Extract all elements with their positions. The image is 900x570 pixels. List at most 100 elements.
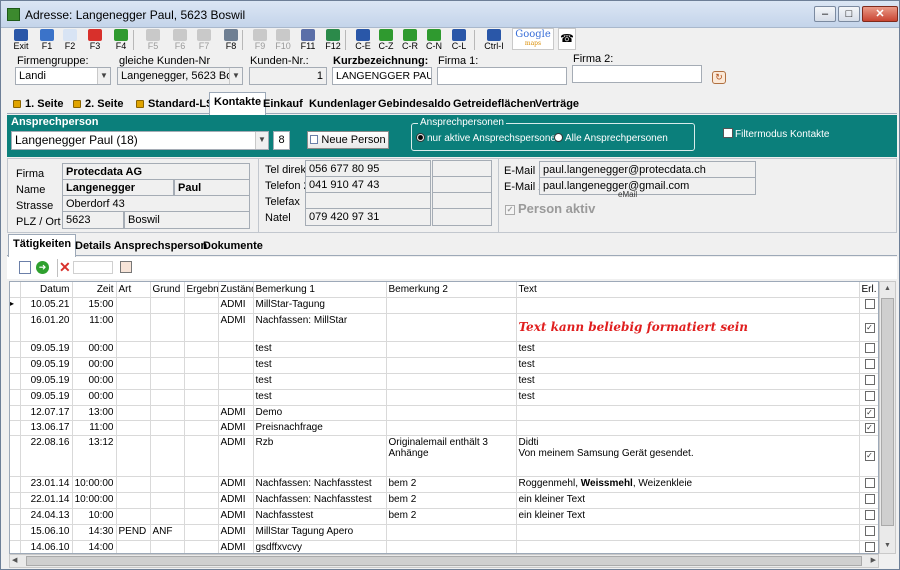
column-header[interactable]: Grund: [150, 282, 185, 298]
scroll-left-icon[interactable]: ◀: [12, 556, 17, 564]
title-bar[interactable]: Adresse: Langenegger Paul, 5623 Boswil –…: [1, 1, 899, 28]
column-header[interactable]: Zuständ: [218, 282, 254, 298]
scroll-thumb[interactable]: [881, 298, 894, 526]
toolbar-button-ctrl-i[interactable]: Ctrl-I: [482, 29, 506, 51]
toolbar-button-f3[interactable]: F3: [83, 29, 107, 51]
scroll-down-icon[interactable]: ▼: [880, 539, 895, 553]
plz-field[interactable]: 5623: [62, 211, 124, 229]
activity-search-input[interactable]: [73, 261, 113, 274]
forward-arrow-icon[interactable]: ➜: [36, 261, 49, 274]
gleiche-kunden-select[interactable]: Langenegger, 5623 Boswil ▼: [117, 67, 243, 85]
vertical-scrollbar[interactable]: ▲ ▼: [879, 281, 896, 554]
table-row[interactable]: 15.06.10 14:30 PEND ANF ADMI MillStar Tagung …: [10, 524, 878, 541]
erledigt-checkbox[interactable]: [864, 342, 875, 353]
close-button[interactable]: ✕: [862, 6, 898, 22]
toolbar-button-exit[interactable]: Exit: [9, 29, 33, 51]
new-activity-icon[interactable]: [19, 261, 31, 274]
tab-verträge[interactable]: Verträge: [531, 95, 583, 114]
column-header[interactable]: Art: [116, 282, 151, 298]
minimize-button[interactable]: –: [814, 6, 836, 22]
column-header[interactable]: Bemerkung 2: [386, 282, 517, 298]
tab-standard-ls[interactable]: Standard-LS: [132, 95, 217, 114]
erledigt-checkbox[interactable]: ✓: [864, 408, 875, 418]
table-row[interactable]: 09.05.19 00:00 test test: [10, 389, 878, 406]
table-row[interactable]: 09.05.19 00:00 test test: [10, 341, 878, 358]
erledigt-checkbox[interactable]: [864, 390, 875, 401]
chevron-down-icon[interactable]: ▼: [97, 68, 110, 84]
toolbar-button-c-e[interactable]: C-E: [351, 29, 375, 51]
chevron-down-icon[interactable]: ▼: [255, 132, 268, 149]
refresh-icon[interactable]: ↻: [712, 71, 726, 84]
column-header[interactable]: Datum: [20, 282, 73, 298]
firma2-field[interactable]: [572, 65, 702, 83]
column-header[interactable]: Text: [516, 282, 860, 298]
toolbar-button-c-r[interactable]: C-R: [398, 29, 422, 51]
toolbar-button-f2[interactable]: F2: [58, 29, 82, 51]
toolbar-button-f8[interactable]: F8: [219, 29, 243, 51]
erledigt-checkbox[interactable]: [864, 509, 875, 520]
table-row[interactable]: ▸ 10.05.21 15:00 ADMI MillStar-Tagung: [10, 297, 878, 314]
column-header[interactable]: Bemerkung 1: [253, 282, 387, 298]
subtab-tätigkeiten[interactable]: Tätigkeiten: [8, 234, 77, 257]
toolbar-button-f9[interactable]: F9: [248, 29, 272, 51]
radio-active-persons[interactable]: nur aktive Ansprechspersonen: [416, 133, 562, 144]
tab-einkauf[interactable]: Einkauf: [259, 95, 307, 114]
maximize-button[interactable]: □: [838, 6, 860, 22]
firma1-field[interactable]: [437, 67, 567, 85]
chevron-down-icon[interactable]: ▼: [229, 68, 242, 84]
tab-1-seite[interactable]: 1. Seite: [9, 95, 68, 114]
erledigt-checkbox[interactable]: [864, 541, 875, 552]
natel-field[interactable]: 079 420 97 31: [305, 208, 431, 226]
hscroll-thumb[interactable]: [26, 556, 862, 566]
toolbar-button-f7[interactable]: F7: [192, 29, 216, 51]
table-row[interactable]: 12.07.17 13:00 ADMI Demo ✓: [10, 405, 878, 421]
table-row[interactable]: 09.05.19 00:00 test test: [10, 373, 878, 390]
erledigt-checkbox[interactable]: [864, 493, 875, 504]
tab-kontakte[interactable]: Kontakte: [209, 92, 267, 115]
erledigt-checkbox[interactable]: ✓: [864, 423, 875, 433]
toolbar-button-f5[interactable]: F5: [141, 29, 165, 51]
toolbar-button-c-z[interactable]: C-Z: [374, 29, 398, 51]
erledigt-checkbox[interactable]: [864, 477, 875, 488]
erledigt-checkbox[interactable]: [864, 374, 875, 385]
radio-all-persons[interactable]: Alle Ansprechpersonen: [554, 133, 668, 144]
table-row[interactable]: 22.08.16 13:12 ADMI Rzb Originalemail enthäl…: [10, 435, 878, 477]
table-row[interactable]: 24.04.13 10:00 ADMI Nachfasstest bem 2 ein kl…: [10, 508, 878, 525]
filtermodus-checkbox[interactable]: Filtermodus Kontakte: [723, 128, 830, 140]
erledigt-checkbox[interactable]: ✓: [864, 451, 875, 461]
erledigt-checkbox[interactable]: ✓: [864, 322, 875, 333]
table-row[interactable]: 22.01.14 10:00:00 ADMI Nachfassen: Nachfass…: [10, 492, 878, 509]
ansprechperson-select[interactable]: Langenegger Paul (18) ▼: [11, 131, 269, 150]
email2-field[interactable]: paul.langenegger@gmail.com: [539, 177, 756, 195]
table-row[interactable]: 23.01.14 10:00:00 ADMI Nachfassen: Nachfass…: [10, 476, 878, 493]
toolbar-button-f12[interactable]: F12: [321, 29, 345, 51]
column-header[interactable]: Zeit: [72, 282, 117, 298]
table-row[interactable]: 16.01.20 11:00 ADMI Nachfassen: MillStar Tex…: [10, 313, 878, 342]
table-row[interactable]: 09.05.19 00:00 test test: [10, 357, 878, 374]
tab-gebindesaldo[interactable]: Gebindesaldo: [374, 95, 455, 114]
toolbar-button-f11[interactable]: F11: [296, 29, 320, 51]
natel-extra[interactable]: [432, 208, 492, 226]
toolbar-button-c-l[interactable]: C-L: [447, 29, 471, 51]
toolbar-button-f10[interactable]: F10: [271, 29, 295, 51]
google-maps-button[interactable]: Google maps: [512, 28, 554, 50]
tab-getreideflächen[interactable]: Getreideflächen: [449, 95, 540, 114]
scroll-right-icon[interactable]: ▶: [871, 556, 876, 564]
subtab-dokumente[interactable]: Dokumente: [199, 237, 267, 256]
column-header[interactable]: Ergebn: [184, 282, 219, 298]
table-row[interactable]: 13.06.17 11:00 ADMI Preisnachfrage ✓: [10, 420, 878, 436]
erledigt-checkbox[interactable]: [864, 298, 875, 309]
erledigt-checkbox[interactable]: [864, 358, 875, 369]
tab-2-seite[interactable]: 2. Seite: [69, 95, 128, 114]
firmengruppe-select[interactable]: Landi ▼: [15, 67, 111, 85]
kurzbezeichnung-field[interactable]: LANGENGGER PAUL: [332, 67, 432, 85]
contact-card-icon[interactable]: [120, 261, 132, 273]
erledigt-checkbox[interactable]: [864, 525, 875, 536]
phone-icon[interactable]: ☎: [558, 28, 576, 50]
horizontal-scrollbar[interactable]: ◀ ▶: [9, 554, 879, 568]
toolbar-button-f1[interactable]: F1: [35, 29, 59, 51]
toolbar-button-f6[interactable]: F6: [168, 29, 192, 51]
column-header[interactable]: Erl.: [859, 282, 878, 298]
table-row[interactable]: 14.06.10 14:00 ADMI gsdffxvcvy: [10, 540, 878, 553]
toolbar-button-f4[interactable]: F4: [109, 29, 133, 51]
